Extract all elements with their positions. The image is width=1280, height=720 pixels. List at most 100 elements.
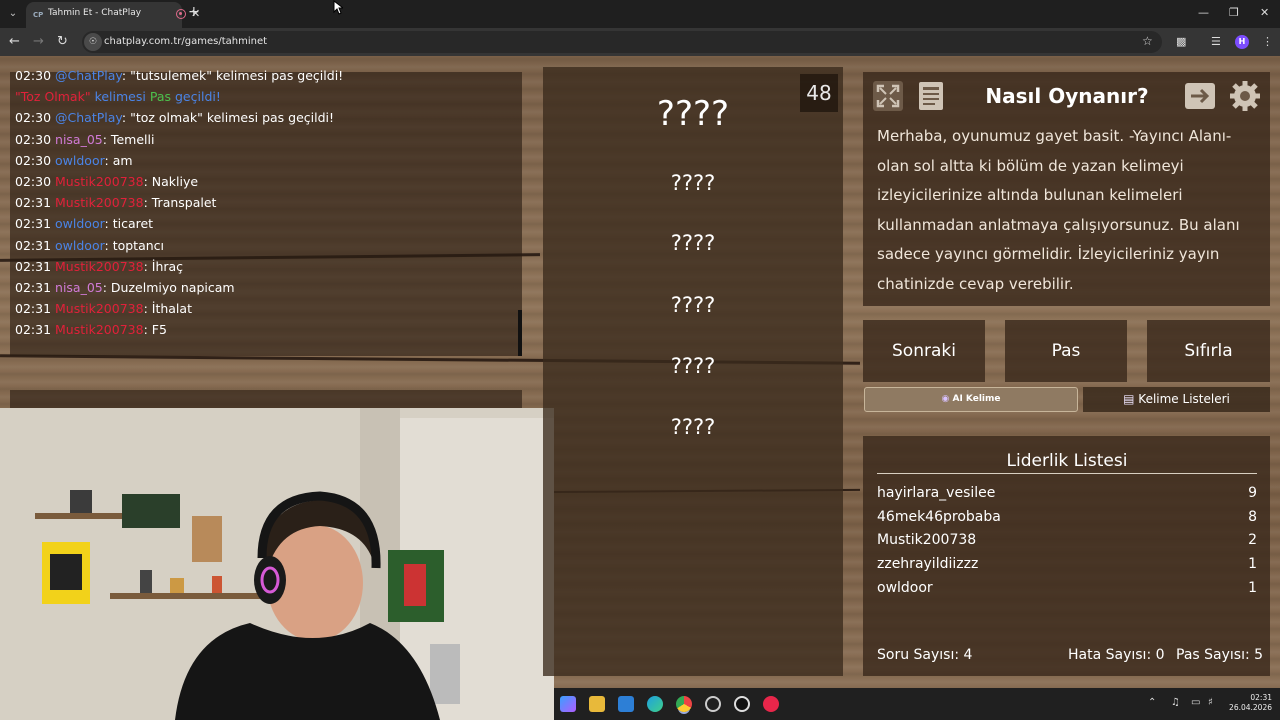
pass-button[interactable]: Pas [1005,320,1127,382]
chat-text: : F5 [143,322,167,338]
settings-gear-icon[interactable] [1228,79,1262,113]
tray-chevron-icon[interactable]: ⌃ [1148,697,1156,708]
leaderboard-player-score: 9 [1248,485,1257,501]
chat-text: : İthalat [143,301,192,317]
word-lists-label: Kelime Listeleri [1138,392,1230,406]
chat-username[interactable]: owldoor [55,153,105,168]
leaderboard-player-name: 46mek46probaba [877,508,1001,525]
tab-title: Tahmin Et - ChatPlay [48,8,142,18]
navigation-bar: ← → ↻ ☉ chatplay.com.tr/games/tahminet ☆… [0,28,1280,56]
webcam-overlay [0,408,554,720]
forbidden-word: ???? [670,415,716,439]
chat-message: 02:31 nisa_05: Duzelmiyo napicam [15,280,235,295]
leaderboard-player-name: zzehrayildiizzz [877,556,979,573]
chat-username[interactable]: @ChatPlay [55,110,122,125]
media-player-icon[interactable] [763,696,779,712]
maximize-button[interactable]: ❐ [1229,6,1239,19]
volume-icon[interactable]: ♯ [1208,697,1213,708]
chat-timestamp: 02:30 [15,131,52,147]
document-icon[interactable] [914,79,948,113]
audio-playing-icon[interactable] [176,9,186,19]
pass-count: Pas Sayısı: 5 [1176,647,1264,663]
leaderboard-player-score: 1 [1248,556,1257,573]
logout-icon[interactable] [1183,79,1217,113]
chat-message: 02:31 owldoor: toptancı [15,238,164,253]
chat-text: : "tutsulemek" kelimesi pas geçildi! [121,68,344,83]
file-explorer-icon[interactable] [589,696,605,712]
chat-timestamp: 02:31 [15,237,52,253]
new-tab-button[interactable]: + [188,4,200,20]
bookmark-star-icon[interactable]: ☆ [1142,34,1153,48]
windows-taskbar: ⌃ ♫ ▭ ♯ [554,688,1280,720]
minimize-button[interactable]: — [1198,6,1209,19]
chat-timestamp: 02:31 [15,322,52,338]
how-to-play-text: Merhaba, oyunumuz gayet basit. -Yayıncı … [877,127,1240,293]
chat-message: 02:30 Mustik200738: Nakliye [15,174,198,189]
reload-icon[interactable]: ↻ [57,34,68,49]
chat-message: 02:30 @ChatPlay: "toz olmak" kelimesi pa… [15,110,334,125]
network-icon[interactable]: ▭ [1191,697,1200,708]
chat-text: : toptancı [104,237,165,253]
chat-username[interactable]: Mustik200738 [55,301,144,316]
leaderboard-player-name: Mustik200738 [877,532,977,549]
leaderboard-player-score: 2 [1248,532,1257,549]
store-icon[interactable] [618,696,634,712]
chat-timestamp: 02:30 [15,174,52,189]
webcam-scene [0,408,554,720]
how-to-play-title: Nasıl Oynanır? [985,84,1149,108]
taskbar-clock[interactable]: 02:31 26.04.2026 [1222,693,1272,713]
chat-username[interactable]: Mustik200738 [55,259,144,274]
microphone-icon[interactable]: ♫ [1171,697,1180,708]
fullscreen-icon[interactable] [871,79,905,113]
active-tab[interactable]: CP Tahmin Et - ChatPlay ✕ [26,2,200,28]
tab-search-button[interactable]: ⌄ [4,5,22,23]
target-word: ???? [656,94,730,134]
leaderboard-player-score: 1 [1248,579,1257,596]
forbidden-word: ???? [670,171,716,195]
chat-message: 02:30 @ChatPlay: "tutsulemek" kelimesi p… [15,68,343,83]
site-info-icon[interactable]: ☉ [84,33,102,51]
chat-username[interactable]: nisa_05 [55,280,103,295]
chat-username[interactable]: "Toz Olmak" [15,89,91,104]
chat-message: 02:30 owldoor: am [15,153,133,168]
edge-icon[interactable] [647,696,663,712]
copilot-icon[interactable] [560,696,576,712]
leaderboard-player-name: hayirlara_vesilee [877,485,996,501]
chrome-icon[interactable] [676,696,692,712]
chat-notice-text: kelimesi [94,89,146,105]
chat-scrollbar[interactable] [518,310,522,356]
chat-text: : Temelli [102,131,155,147]
chat-text: : Nakliye [143,174,199,189]
reset-button[interactable]: Sıfırla [1147,320,1270,382]
chat-username[interactable]: nisa_05 [55,132,103,147]
chat-username[interactable]: owldoor [55,216,105,231]
tab-bar: ⌄ CP Tahmin Et - ChatPlay ✕ + — ❐ ✕ [0,0,1280,28]
chat-username[interactable]: Mustik200738 [55,174,144,189]
chat-username[interactable]: @ChatPlay [55,68,122,83]
chat-message: 02:31 Mustik200738: Transpalet [15,195,216,210]
leaderboard-divider [877,473,1257,474]
obs-icon[interactable] [705,696,721,712]
address-bar[interactable]: ☉ chatplay.com.tr/games/tahminet ☆ [82,31,1162,53]
chat-timestamp: 02:30 [15,152,52,168]
chat-text: : İhraç [143,258,184,274]
chat-username[interactable]: Mustik200738 [55,195,144,210]
chat-timestamp: 02:30 [15,110,52,126]
url-text[interactable]: chatplay.com.tr/games/tahminet [104,36,267,47]
chat-username[interactable]: Mustik200738 [55,322,144,337]
ai-word-button[interactable]: ◉ AI Kelime [864,387,1078,412]
forward-arrow-icon[interactable]: → [33,34,44,49]
recorder-icon[interactable] [734,696,750,712]
menu-kebab-icon[interactable]: ⋮ [1262,35,1273,48]
chat-username[interactable]: owldoor [55,238,105,253]
profile-avatar[interactable]: H [1235,35,1249,49]
chatplay-favicon-icon: CP [33,11,44,19]
robot-icon: ◉ [941,394,950,404]
media-controls-icon[interactable]: ☰ [1211,35,1221,48]
next-button[interactable]: Sonraki [863,320,985,382]
extensions-icon[interactable]: ▩ [1176,35,1186,48]
close-window-button[interactable]: ✕ [1260,6,1269,19]
back-arrow-icon[interactable]: ← [9,34,20,49]
word-lists-button[interactable]: ▤ Kelime Listeleri [1083,387,1270,412]
chat-text: : "toz olmak" kelimesi pas geçildi! [121,110,335,126]
